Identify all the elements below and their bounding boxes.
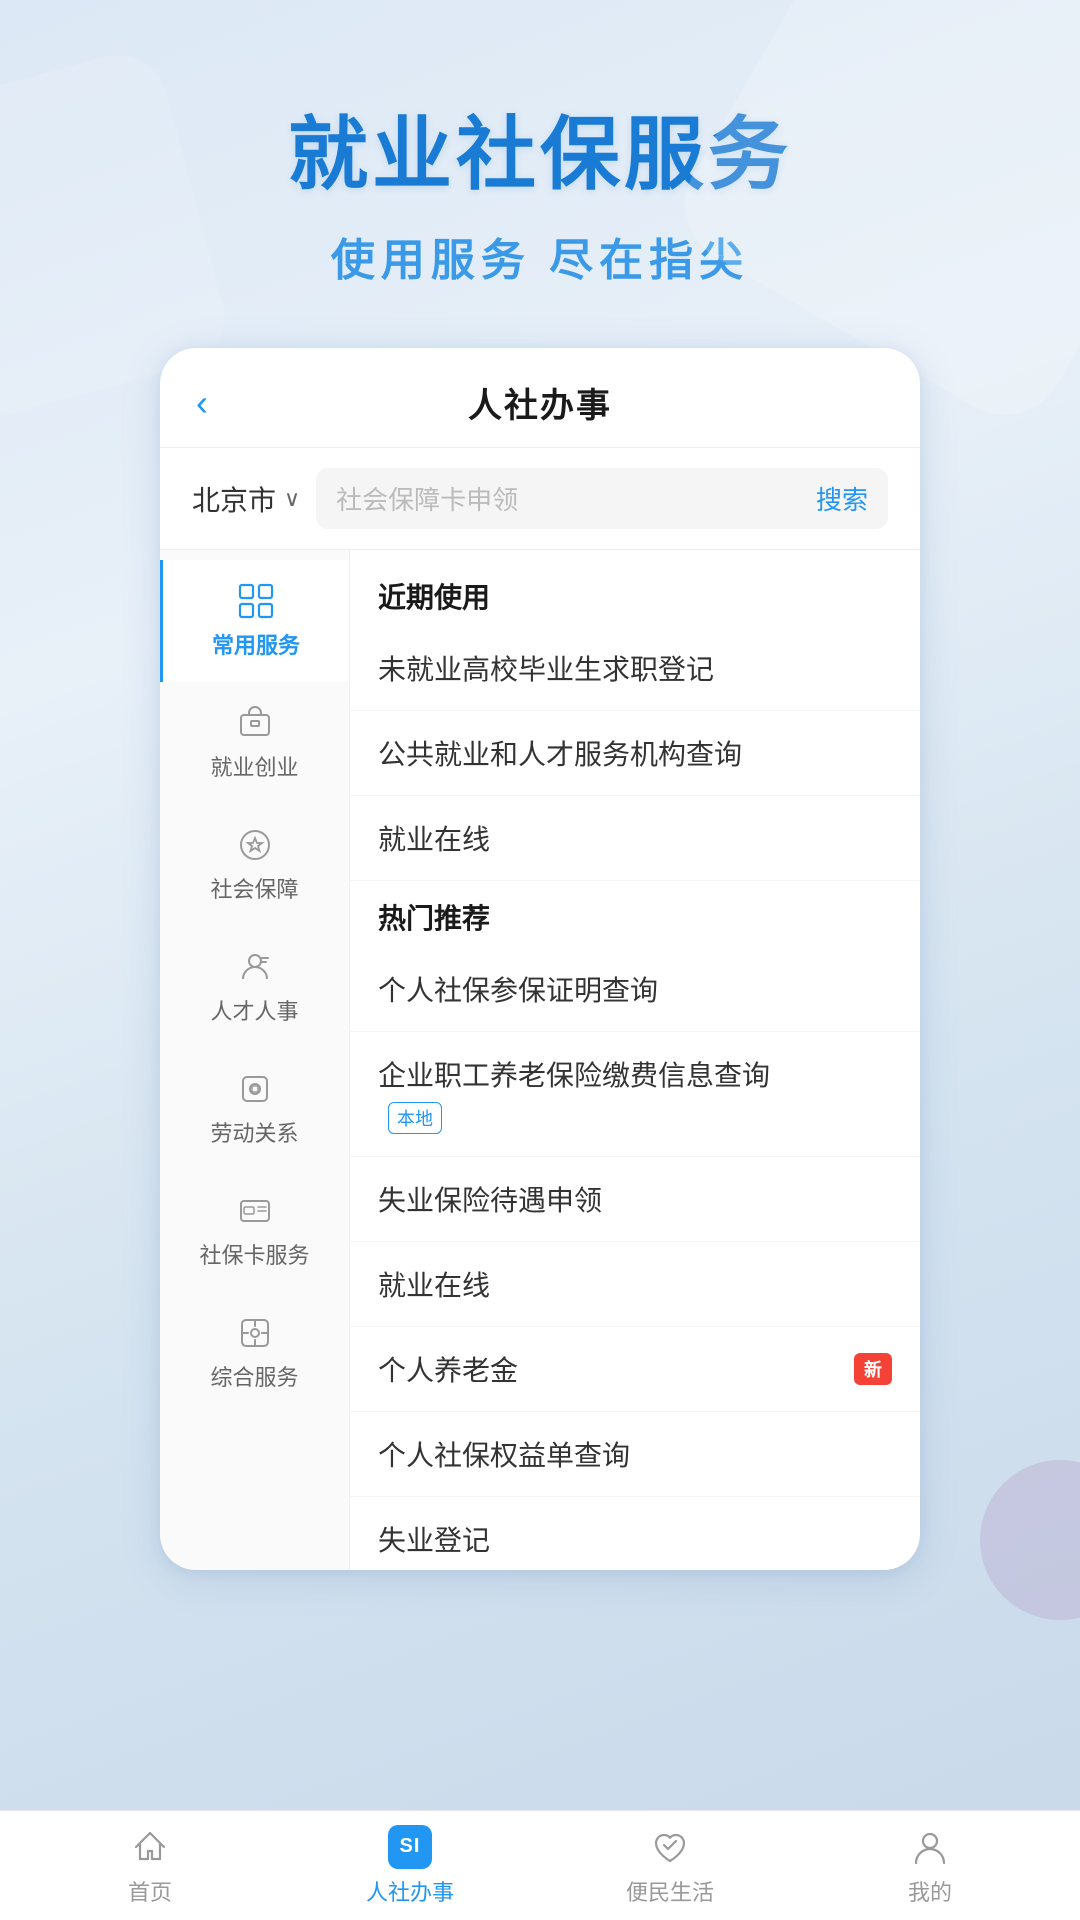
list-item[interactable]: 个人社保参保证明查询	[350, 947, 920, 1032]
search-button[interactable]: 搜索	[816, 480, 868, 517]
city-name: 北京市	[192, 479, 276, 519]
talent-icon	[236, 948, 274, 986]
search-bar: 北京市 ∨ 社会保障卡申领 搜索	[160, 448, 920, 550]
recent-section-header: 近期使用	[350, 560, 920, 626]
shebaocard-icon	[236, 1192, 274, 1230]
sidebar-label-labor: 劳动关系	[210, 1116, 298, 1148]
search-input-wrap: 社会保障卡申领 搜索	[316, 468, 888, 529]
phone-card: ‹ 人社办事 北京市 ∨ 社会保障卡申领 搜索	[160, 348, 920, 1570]
sidebar-item-employment[interactable]: 就业创业	[160, 682, 349, 804]
common-services-icon	[237, 582, 275, 620]
item-text: 个人养老金	[378, 1349, 518, 1389]
nav-label-affairs: 人社办事	[366, 1875, 454, 1907]
sidebar-label-employment: 就业创业	[210, 750, 298, 782]
chevron-down-icon: ∨	[284, 486, 300, 512]
sub-title: 使用服务 尽在指尖	[60, 224, 1020, 288]
sidebar-label-talent: 人才人事	[210, 994, 298, 1026]
nav-item-home[interactable]: 首页	[50, 1825, 250, 1907]
item-text: 企业职工养老保险缴费信息查询	[378, 1054, 770, 1094]
list-item[interactable]: 失业登记	[350, 1497, 920, 1570]
affairs-icon: SI	[388, 1825, 432, 1869]
nav-label-home: 首页	[128, 1875, 172, 1907]
content-area: 近期使用 未就业高校毕业生求职登记 公共就业和人才服务机构查询 就业在线 热门推…	[350, 550, 920, 1570]
sidebar-item-labor[interactable]: 劳动关系	[160, 1048, 349, 1170]
sidebar-label-general: 综合服务	[210, 1360, 298, 1392]
back-button[interactable]: ‹	[196, 382, 208, 424]
nav-item-mine[interactable]: 我的	[830, 1825, 1030, 1907]
social-icon	[236, 826, 274, 864]
si-badge: SI	[388, 1825, 432, 1869]
nav-label-life: 便民生活	[626, 1875, 714, 1907]
labor-icon	[236, 1070, 274, 1108]
sidebar-item-general[interactable]: 综合服务	[160, 1292, 349, 1414]
main-title: 就业社保服务	[60, 90, 1020, 206]
item-text: 未就业高校毕业生求职登记	[378, 648, 714, 688]
item-text: 失业登记	[378, 1519, 490, 1559]
search-placeholder: 社会保障卡申领	[336, 480, 518, 517]
sidebar-label-social: 社会保障	[210, 872, 298, 904]
sidebar-item-common[interactable]: 常用服务	[160, 560, 349, 682]
list-item[interactable]: 公共就业和人才服务机构查询	[350, 711, 920, 796]
nav-item-life[interactable]: 便民生活	[570, 1825, 770, 1907]
new-badge: 新	[854, 1353, 892, 1385]
general-icon	[236, 1314, 274, 1352]
sidebar: 常用服务 就业创业	[160, 550, 350, 1570]
item-text: 个人社保权益单查询	[378, 1434, 630, 1474]
bottom-nav: 首页 SI 人社办事 便民生活 我的	[0, 1810, 1080, 1920]
city-selector[interactable]: 北京市 ∨	[192, 479, 300, 519]
header-area: 就业社保服务 使用服务 尽在指尖	[0, 0, 1080, 328]
list-item[interactable]: 个人社保权益单查询	[350, 1412, 920, 1497]
list-item[interactable]: 企业职工养老保险缴费信息查询 本地	[350, 1032, 920, 1157]
mine-icon	[908, 1825, 952, 1869]
item-text: 就业在线	[378, 1264, 490, 1304]
home-icon	[128, 1825, 172, 1869]
phone-card-wrapper: ‹ 人社办事 北京市 ∨ 社会保障卡申领 搜索	[0, 328, 1080, 1570]
card-title: 人社办事	[468, 378, 612, 427]
main-content: 常用服务 就业创业	[160, 550, 920, 1570]
card-header: ‹ 人社办事	[160, 348, 920, 448]
sidebar-item-talent[interactable]: 人才人事	[160, 926, 349, 1048]
list-item[interactable]: 失业保险待遇申领	[350, 1157, 920, 1242]
item-text: 失业保险待遇申领	[378, 1179, 602, 1219]
sidebar-item-shebaocard[interactable]: 社保卡服务	[160, 1170, 349, 1292]
sidebar-item-social[interactable]: 社会保障	[160, 804, 349, 926]
life-icon	[648, 1825, 692, 1869]
sidebar-label-common: 常用服务	[212, 628, 300, 660]
item-text: 公共就业和人才服务机构查询	[378, 733, 742, 773]
list-item[interactable]: 未就业高校毕业生求职登记	[350, 626, 920, 711]
item-text: 个人社保参保证明查询	[378, 969, 658, 1009]
item-content: 企业职工养老保险缴费信息查询 本地	[378, 1054, 770, 1134]
item-text: 就业在线	[378, 818, 490, 858]
employment-icon	[236, 704, 274, 742]
nav-item-affairs[interactable]: SI 人社办事	[310, 1825, 510, 1907]
list-item[interactable]: 个人养老金 新	[350, 1327, 920, 1412]
list-item[interactable]: 就业在线	[350, 796, 920, 881]
nav-label-mine: 我的	[908, 1875, 952, 1907]
hot-section-header: 热门推荐	[350, 881, 920, 947]
local-badge: 本地	[388, 1102, 442, 1134]
list-item[interactable]: 就业在线	[350, 1242, 920, 1327]
sidebar-label-shebaocard: 社保卡服务	[199, 1238, 309, 1270]
